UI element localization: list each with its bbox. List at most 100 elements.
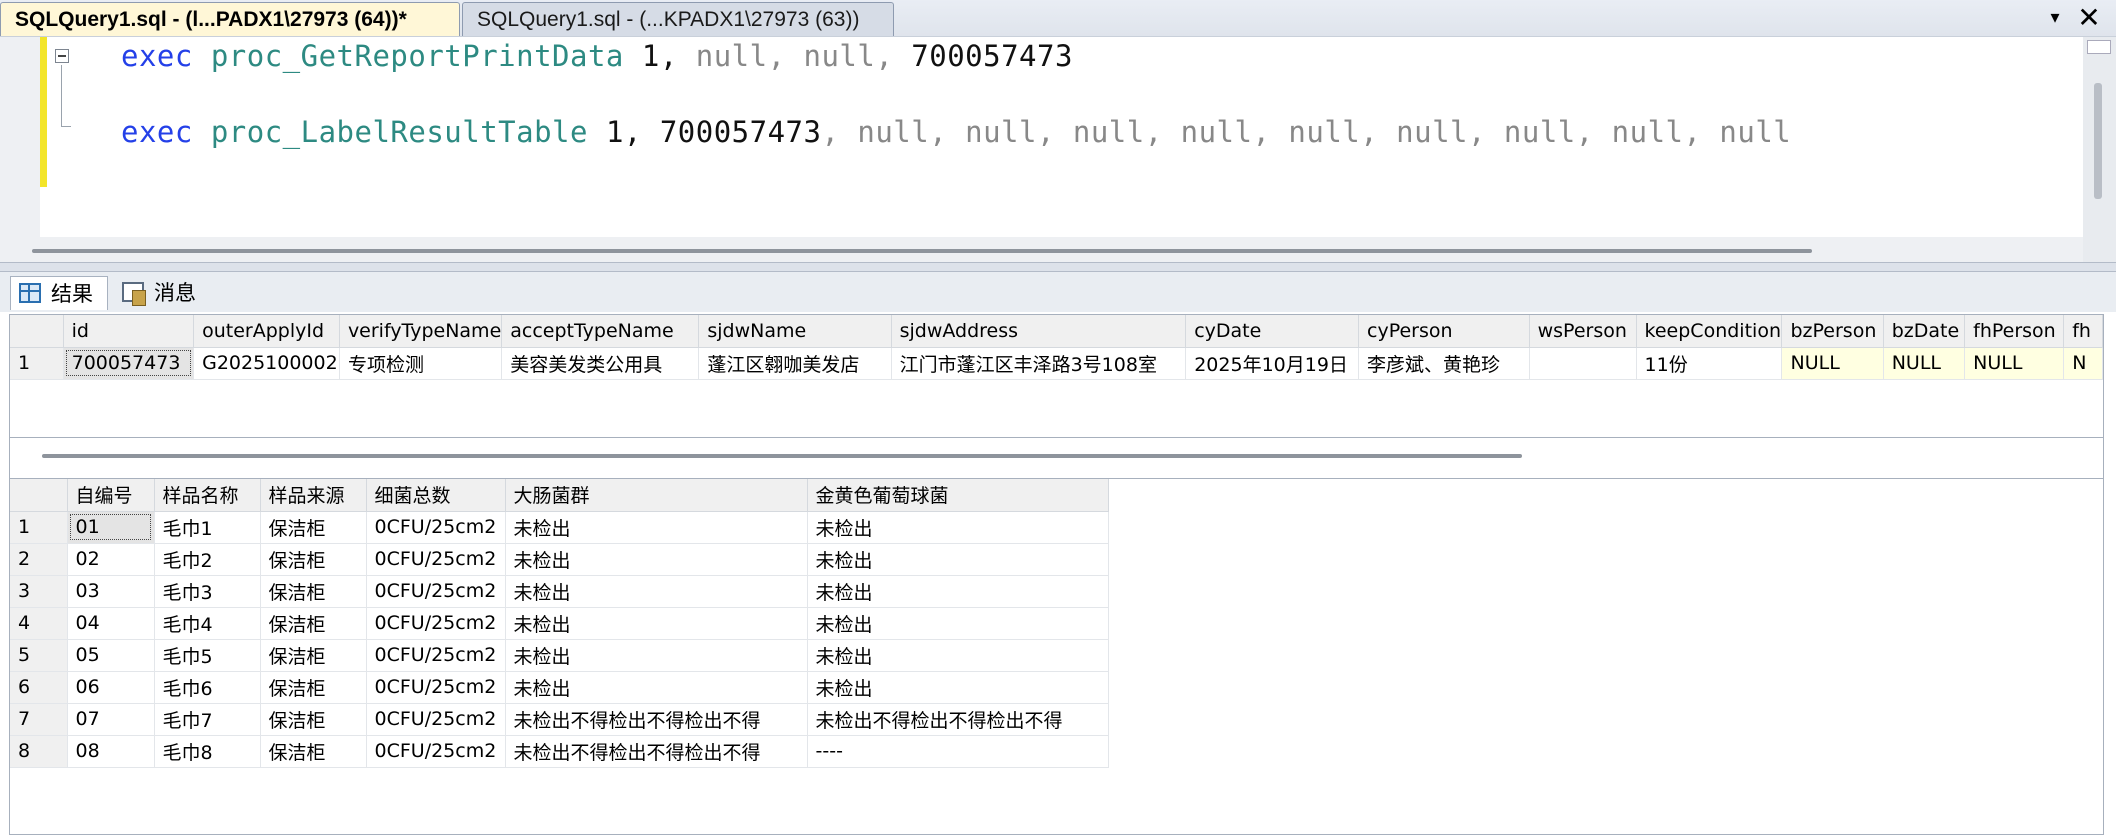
- table-row[interactable]: 8 08 毛巾8 保洁柜 0CFU/25cm2 未检出不得检出不得检出不得 ----: [10, 735, 1109, 768]
- tab-sqlquery1-active[interactable]: SQLQuery1.sql - (l...PADX1\27973 (64))*: [0, 2, 460, 36]
- table-cell[interactable]: 08: [67, 735, 155, 768]
- column-header[interactable]: bzPerson: [1781, 315, 1884, 348]
- table-cell[interactable]: 700057473: [63, 347, 195, 380]
- table-cell[interactable]: 未检出: [807, 639, 1109, 672]
- table-row[interactable]: 4 04 毛巾4 保洁柜 0CFU/25cm2 未检出 未检出: [10, 607, 1109, 640]
- column-header[interactable]: sjdwAddress: [891, 315, 1187, 348]
- table-cell[interactable]: 未检出: [505, 671, 808, 704]
- row-number[interactable]: 4: [10, 607, 68, 640]
- result-grid-2[interactable]: 自编号 样品名称 样品来源 细菌总数 大肠菌群 金黄色葡萄球菌 1 01 毛巾1 保洁…: [9, 478, 2104, 835]
- grid1-horizontal-scroll-thumb[interactable]: [42, 454, 1522, 458]
- column-header[interactable]: acceptTypeName: [501, 315, 700, 348]
- table-cell[interactable]: 未检出: [807, 511, 1109, 544]
- table-cell[interactable]: 专项检测: [339, 347, 503, 380]
- table-cell[interactable]: 未检出: [505, 575, 808, 608]
- table-cell[interactable]: 05: [67, 639, 155, 672]
- table-cell-null[interactable]: NULL: [1964, 347, 2065, 380]
- tab-list-dropdown-icon[interactable]: ▾: [2040, 0, 2070, 36]
- column-header[interactable]: cyDate: [1185, 315, 1360, 348]
- column-header[interactable]: 自编号: [67, 479, 155, 512]
- code-line-2[interactable]: exec proc_LabelResultTable 1, 700057473,…: [121, 115, 1791, 149]
- column-header[interactable]: verifyTypeName: [339, 315, 503, 348]
- table-cell[interactable]: 毛巾7: [154, 703, 261, 736]
- table-cell[interactable]: 毛巾2: [154, 543, 261, 576]
- table-row[interactable]: 6 06 毛巾6 保洁柜 0CFU/25cm2 未检出 未检出: [10, 671, 1109, 704]
- editor-vertical-scroll-thumb[interactable]: [2094, 83, 2102, 199]
- column-header[interactable]: wsPerson: [1529, 315, 1637, 348]
- row-number[interactable]: 5: [10, 639, 68, 672]
- column-header[interactable]: bzDate: [1883, 315, 1966, 348]
- table-cell[interactable]: 0CFU/25cm2: [366, 703, 506, 736]
- table-cell[interactable]: 毛巾3: [154, 575, 261, 608]
- table-cell[interactable]: ----: [807, 735, 1109, 768]
- editor-horizontal-scrollbar[interactable]: [0, 237, 2083, 263]
- table-row[interactable]: 3 03 毛巾3 保洁柜 0CFU/25cm2 未检出 未检出: [10, 575, 1109, 608]
- table-cell[interactable]: 保洁柜: [260, 543, 367, 576]
- table-cell[interactable]: 保洁柜: [260, 511, 367, 544]
- table-cell[interactable]: 11份: [1636, 347, 1783, 380]
- table-cell[interactable]: 美容美发类公用具: [501, 347, 700, 380]
- column-header[interactable]: 大肠菌群: [505, 479, 808, 512]
- table-cell[interactable]: 未检出: [807, 607, 1109, 640]
- column-header[interactable]: keepCondition: [1636, 315, 1783, 348]
- table-row[interactable]: 1 01 毛巾1 保洁柜 0CFU/25cm2 未检出 未检出: [10, 511, 1109, 544]
- column-header[interactable]: id: [63, 315, 195, 348]
- table-cell[interactable]: 毛巾1: [154, 511, 261, 544]
- row-number[interactable]: 2: [10, 543, 68, 576]
- table-cell[interactable]: 01: [67, 511, 155, 544]
- row-number-header[interactable]: [10, 315, 64, 348]
- table-cell-null[interactable]: NULL: [1781, 347, 1884, 380]
- table-cell[interactable]: 毛巾5: [154, 639, 261, 672]
- table-cell[interactable]: 保洁柜: [260, 703, 367, 736]
- split-window-handle[interactable]: [2087, 40, 2111, 54]
- row-number[interactable]: 6: [10, 671, 68, 704]
- grid1-horizontal-scrollbar[interactable]: [9, 438, 2104, 478]
- table-cell[interactable]: 保洁柜: [260, 671, 367, 704]
- table-cell[interactable]: 江门市蓬江区丰泽路3号108室: [891, 347, 1187, 380]
- table-cell[interactable]: 未检出: [505, 607, 808, 640]
- tab-results[interactable]: 结果: [10, 276, 108, 310]
- row-number[interactable]: 3: [10, 575, 68, 608]
- table-row[interactable]: 1 700057473 G2025100002 专项检测 美容美发类公用具 蓬江…: [10, 347, 2103, 380]
- table-cell[interactable]: 0CFU/25cm2: [366, 511, 506, 544]
- editor-vertical-scrollbar[interactable]: [2083, 37, 2116, 263]
- table-cell[interactable]: 0CFU/25cm2: [366, 575, 506, 608]
- table-cell[interactable]: 未检出: [807, 543, 1109, 576]
- table-cell[interactable]: 0CFU/25cm2: [366, 639, 506, 672]
- column-header[interactable]: cyPerson: [1358, 315, 1530, 348]
- code-line-1[interactable]: exec proc_GetReportPrintData 1, null, nu…: [121, 39, 1073, 73]
- table-cell[interactable]: 未检出: [505, 543, 808, 576]
- tab-messages[interactable]: 消息: [114, 276, 214, 310]
- table-cell[interactable]: 02: [67, 543, 155, 576]
- table-cell[interactable]: 04: [67, 607, 155, 640]
- row-number[interactable]: 1: [10, 511, 68, 544]
- table-cell[interactable]: 保洁柜: [260, 639, 367, 672]
- table-row[interactable]: 7 07 毛巾7 保洁柜 0CFU/25cm2 未检出不得检出不得检出不得 未检出不得检出不…: [10, 703, 1109, 736]
- table-cell[interactable]: 2025年10月19日: [1185, 347, 1360, 380]
- table-cell[interactable]: 毛巾6: [154, 671, 261, 704]
- table-cell[interactable]: 保洁柜: [260, 575, 367, 608]
- column-header[interactable]: fhPerson: [1964, 315, 2065, 348]
- table-cell[interactable]: 未检出不得检出不得检出不得: [505, 703, 808, 736]
- table-cell[interactable]: 李彦斌、黄艳珍: [1358, 347, 1530, 380]
- table-cell[interactable]: 毛巾8: [154, 735, 261, 768]
- tab-sqlquery1-other[interactable]: SQLQuery1.sql - (...KPADX1\27973 (63)): [462, 2, 894, 36]
- table-cell-null[interactable]: NULL: [1883, 347, 1966, 380]
- column-header[interactable]: 样品来源: [260, 479, 367, 512]
- table-cell[interactable]: 07: [67, 703, 155, 736]
- table-cell[interactable]: 毛巾4: [154, 607, 261, 640]
- table-cell[interactable]: 未检出: [505, 639, 808, 672]
- table-cell[interactable]: 0CFU/25cm2: [366, 607, 506, 640]
- editor-text-area[interactable]: exec proc_GetReportPrintData 1, null, nu…: [47, 37, 2083, 237]
- row-number-header[interactable]: [10, 479, 68, 512]
- query-editor[interactable]: exec proc_GetReportPrintData 1, null, nu…: [0, 36, 2116, 263]
- table-cell[interactable]: 未检出不得检出不得检出不得: [505, 735, 808, 768]
- column-header[interactable]: sjdwName: [698, 315, 892, 348]
- editor-horizontal-scroll-thumb[interactable]: [32, 249, 1812, 253]
- column-header[interactable]: fh: [2063, 315, 2103, 348]
- table-cell[interactable]: G2025100002: [193, 347, 340, 380]
- table-row[interactable]: 2 02 毛巾2 保洁柜 0CFU/25cm2 未检出 未检出: [10, 543, 1109, 576]
- table-cell[interactable]: 蓬江区翱咖美发店: [698, 347, 892, 380]
- table-cell[interactable]: 未检出不得检出不得检出不得: [807, 703, 1109, 736]
- table-cell[interactable]: [1529, 347, 1637, 380]
